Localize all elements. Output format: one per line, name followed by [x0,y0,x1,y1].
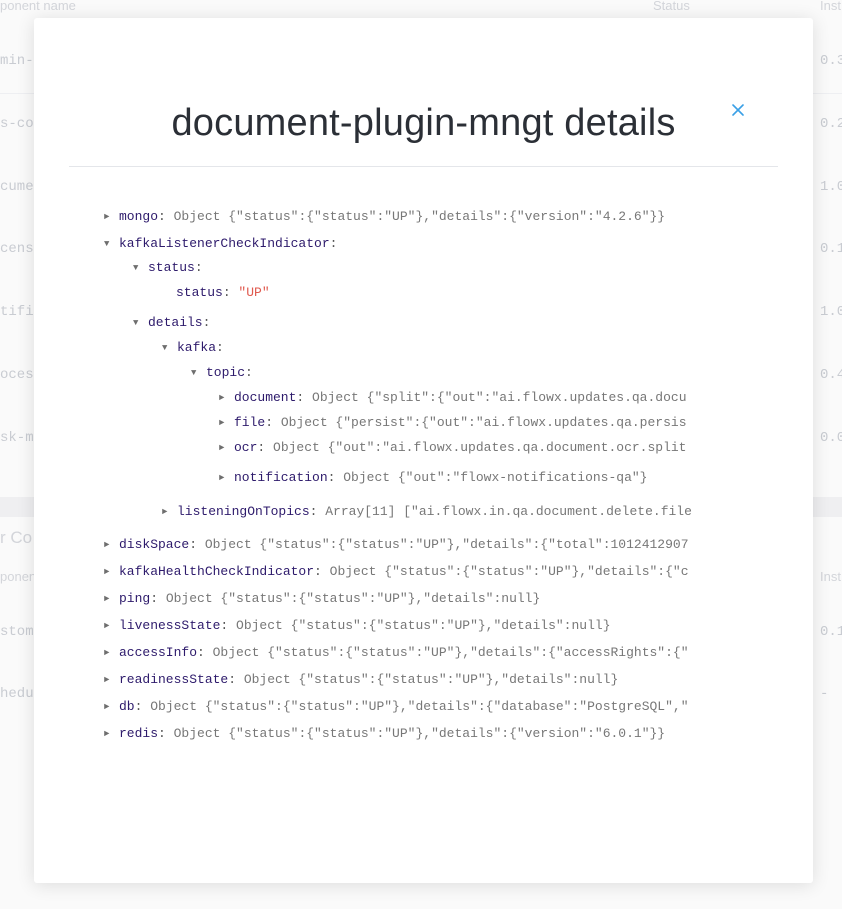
table-cell: 0.1 [820,241,842,257]
close-icon[interactable] [728,98,750,120]
tree-node-redis[interactable]: ► redis: Object {"status":{"status":"UP"}… [104,725,777,743]
table-row: cens [0,241,34,257]
collapse-arrow-icon[interactable]: ▼ [133,259,148,277]
table-row: s-co [0,116,34,132]
tree-node-readiness-state[interactable]: ► readinessState: Object {"status":{"stat… [104,671,777,689]
expand-arrow-icon[interactable]: ► [104,698,119,716]
expand-arrow-icon[interactable]: ► [104,617,119,635]
divider [69,166,778,167]
tree-node-mongo[interactable]: ► mongo: Object {"status":{"status":"UP"}… [104,208,665,226]
modal-title: document-plugin-mngt details [171,102,676,144]
expand-arrow-icon[interactable]: ► [219,469,234,487]
tree-node-details[interactable]: ▼ details: [133,314,210,332]
collapse-arrow-icon[interactable]: ▼ [104,235,119,253]
json-tree: ► mongo: Object {"status":{"status":"UP"}… [104,208,744,768]
tree-node-listening-on-topics[interactable]: ► listeningOnTopics: Array[11] ["ai.flowx… [162,503,765,521]
expand-arrow-icon[interactable]: ► [104,208,119,226]
expand-arrow-icon[interactable]: ► [219,439,234,457]
tree-node-kafka[interactable]: ▼ kafka: [162,339,224,357]
table-cell: - [820,686,829,702]
table-cell: 1.0 [820,304,842,320]
tree-leaf-status: status: "UP" [176,285,270,300]
table-row: sk-m [0,430,34,446]
tree-node-ocr[interactable]: ► ocr: Object {"out":"ai.flowx.updates.qa… [219,439,765,457]
table-cell: 0.2 [820,116,842,132]
table-row: cume [0,179,34,195]
tree-node-status[interactable]: ▼ status: [133,259,203,277]
expand-arrow-icon[interactable]: ► [162,503,177,521]
table-cell: 0.1 [820,624,842,640]
details-modal: document-plugin-mngt details ► mongo: Obj… [34,18,813,883]
expand-arrow-icon[interactable]: ► [104,644,119,662]
expand-arrow-icon[interactable]: ► [104,563,119,581]
expand-arrow-icon[interactable]: ► [104,671,119,689]
table-row: oces [0,367,34,383]
tree-node-kafka-listener[interactable]: ▼ kafkaListenerCheckIndicator: [104,235,337,253]
column-header-instances: Inst [820,569,841,584]
tree-node-notification[interactable]: ► notification: Object {"out":"flowx-noti… [219,469,765,487]
table-row: hedu [0,686,34,702]
tree-node-liveness-state[interactable]: ► livenessState: Object {"status":{"statu… [104,617,777,635]
table-row: tifi [0,304,34,320]
column-header-instances: Inst [820,0,841,13]
expand-arrow-icon[interactable]: ► [104,590,119,608]
table-cell: 0.4 [820,367,842,383]
table-cell: 0.3 [820,53,842,69]
expand-arrow-icon[interactable]: ► [104,536,119,554]
table-row: stom [0,624,34,640]
tree-node-topic[interactable]: ▼ topic: [191,364,253,382]
tree-node-disk-space[interactable]: ► diskSpace: Object {"status":{"status":"… [104,536,777,554]
tree-node-file[interactable]: ► file: Object {"persist":{"out":"ai.flow… [219,414,765,432]
table-row: min- [0,53,34,69]
tree-node-access-info[interactable]: ► accessInfo: Object {"status":{"status":… [104,644,777,662]
collapse-arrow-icon[interactable]: ▼ [191,364,206,382]
table-cell: 0.0 [820,430,842,446]
tree-node-document[interactable]: ► document: Object {"split":{"out":"ai.fl… [219,389,765,407]
collapse-arrow-icon[interactable]: ▼ [162,339,177,357]
expand-arrow-icon[interactable]: ► [219,389,234,407]
expand-arrow-icon[interactable]: ► [219,414,234,432]
expand-arrow-icon[interactable]: ► [104,725,119,743]
section-title: r Co [0,528,33,547]
column-header-status: Status [653,0,690,13]
tree-node-ping[interactable]: ► ping: Object {"status":{"status":"UP"},… [104,590,777,608]
tree-node-db[interactable]: ► db: Object {"status":{"status":"UP"},"d… [104,698,777,716]
tree-node-kafka-health[interactable]: ► kafkaHealthCheckIndicator: Object {"sta… [104,563,777,581]
table-cell: 1.0 [820,179,842,195]
collapse-arrow-icon[interactable]: ▼ [133,314,148,332]
column-header-component: ponent name [0,0,76,13]
